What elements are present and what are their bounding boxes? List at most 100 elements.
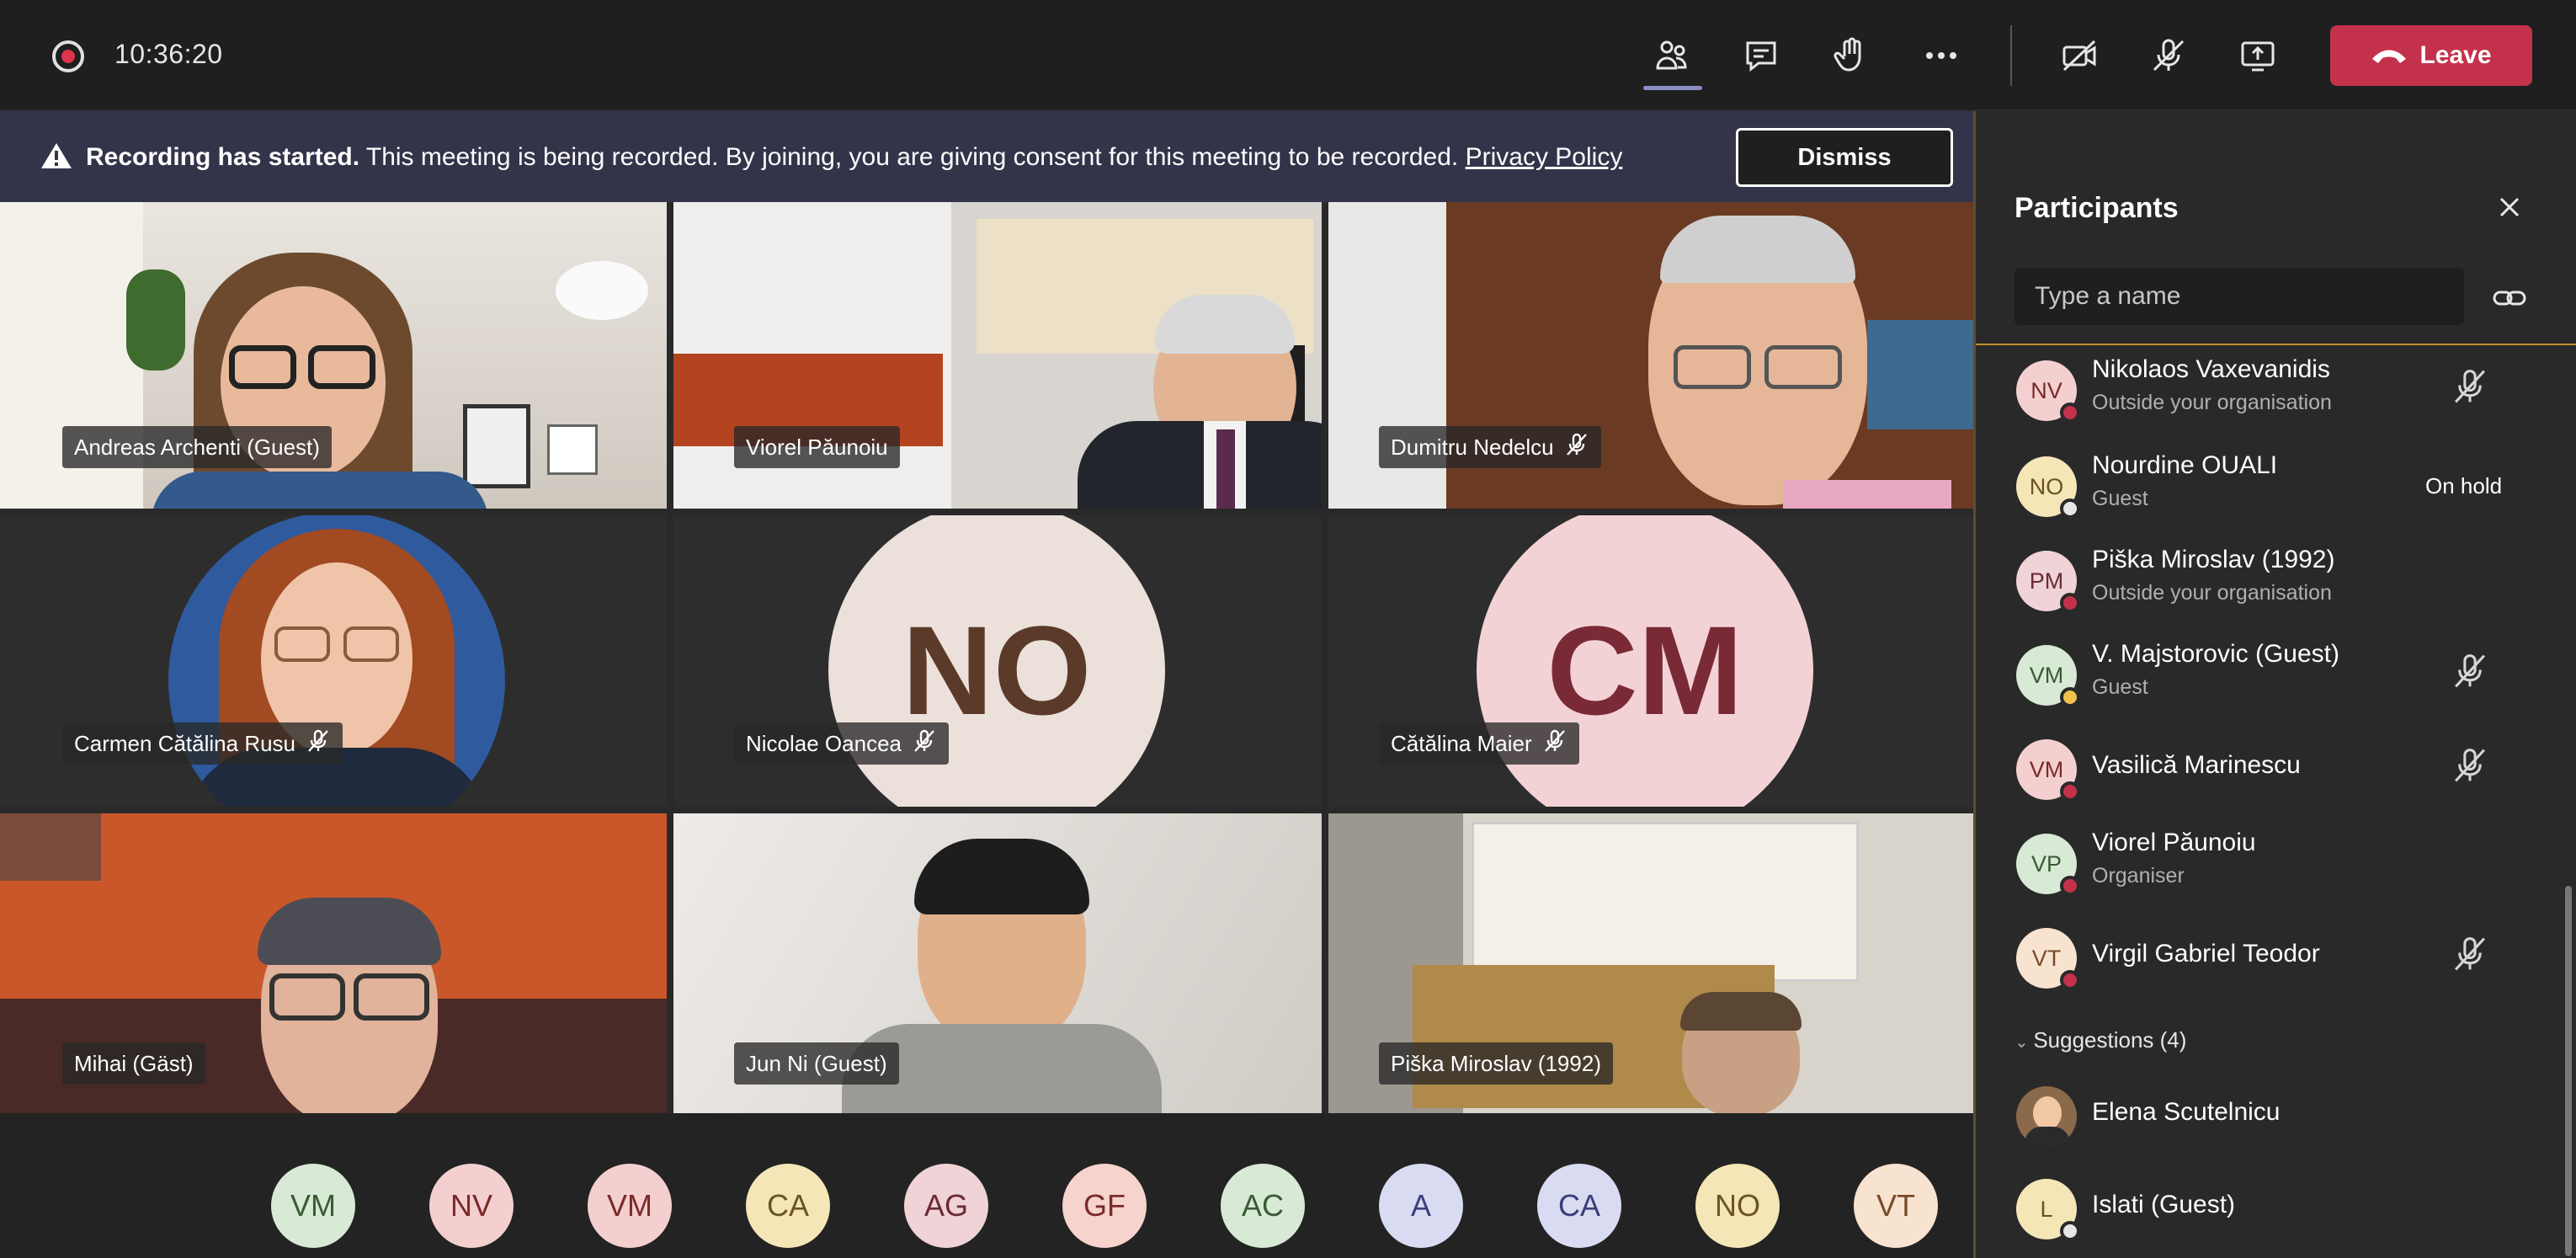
leave-label: Leave: [2419, 41, 2492, 69]
books: [1867, 320, 1973, 429]
status-badge: [2060, 970, 2080, 990]
participant-name: V. Majstorovic (Guest): [2092, 640, 2339, 668]
video-tile[interactable]: Carmen Cătălina Rusu: [0, 515, 667, 807]
participant-name-tag: Piška Miroslav (1992): [1379, 1042, 1613, 1085]
meeting-timer: 10:36:20: [114, 39, 223, 69]
video-tile[interactable]: CM Cătălina Maier: [1328, 515, 1973, 807]
participant-row[interactable]: VM V. Majstorovic (Guest) Guest: [1976, 635, 2576, 728]
strip-avatar[interactable]: CA: [1537, 1164, 1621, 1248]
participant-avatar: NV: [2016, 360, 2080, 423]
participants-panel: Participants Type a name NV Nikolaos Vax…: [1973, 111, 2576, 1258]
teams-meeting-window: 10:36:20 Leave Recording has started. Th…: [0, 0, 2576, 1258]
leave-button[interactable]: Leave: [2330, 25, 2532, 86]
strip-avatar[interactable]: NO: [1695, 1164, 1780, 1248]
meeting-toolbar: 10:36:20 Leave: [0, 0, 2576, 111]
close-icon[interactable]: [2491, 189, 2528, 226]
tile-name: Piška Miroslav (1992): [1391, 1050, 1601, 1076]
strip-avatar[interactable]: AC: [1221, 1164, 1305, 1248]
tile-name: Dumitru Nedelcu: [1391, 434, 1554, 460]
strip-avatar[interactable]: CA: [746, 1164, 830, 1248]
participants-icon[interactable]: [1647, 30, 1697, 81]
picture-frame: [547, 424, 598, 475]
participant-row[interactable]: NO Nourdine OUALI Guest On hold: [1976, 446, 2576, 539]
video-grid: Andreas Archenti (Guest) Viorel Păunoiu: [0, 202, 1973, 1113]
dismiss-button[interactable]: Dismiss: [1736, 128, 1953, 187]
participant-name-tag: Mihai (Gäst): [62, 1042, 205, 1085]
status-badge: [2060, 402, 2080, 423]
tile-name: Viorel Păunoiu: [746, 434, 888, 460]
video-tile[interactable]: Jun Ni (Guest): [673, 813, 1322, 1113]
suggestions-header[interactable]: ⌄ Suggestions (4): [2014, 1027, 2186, 1053]
video-tile[interactable]: Viorel Păunoiu: [673, 202, 1322, 509]
participant-row[interactable]: VP Viorel Păunoiu Organiser: [1976, 824, 2576, 916]
suggestion-row[interactable]: Elena Scutelnicu: [1976, 1076, 2576, 1169]
video-tile[interactable]: Andreas Archenti (Guest): [0, 202, 667, 509]
picture-frame: [463, 404, 530, 488]
warning-icon: [41, 143, 72, 168]
participant-avatar: VM: [2016, 645, 2080, 707]
strip-avatar[interactable]: VM: [588, 1164, 672, 1248]
participant-name: Islati (Guest): [2092, 1191, 2236, 1218]
participant-role: Organiser: [2092, 864, 2185, 888]
whiteboard: [1472, 822, 1859, 982]
scrollbar[interactable]: [2565, 886, 2572, 1256]
participant-avatar: NO: [2016, 456, 2080, 519]
participant-name-tag: Viorel Păunoiu: [734, 426, 900, 468]
status-badge: [2060, 876, 2080, 896]
person-tie: [1216, 429, 1235, 509]
avatar-initials: VM: [2029, 756, 2064, 782]
participant-row[interactable]: VT Virgil Gabriel Teodor: [1976, 918, 2576, 1010]
video-tile[interactable]: Piška Miroslav (1992): [1328, 813, 1973, 1113]
participant-name: Viorel Păunoiu: [2092, 829, 2256, 856]
video-tile[interactable]: Dumitru Nedelcu: [1328, 202, 1973, 509]
participant-strip: VM NV VM CA AG GF AC A CA NO VT: [0, 1113, 1973, 1258]
person-hair: [914, 839, 1089, 914]
participant-name-tag: Nicolae Oancea: [734, 722, 949, 765]
participant-name: Virgil Gabriel Teodor: [2092, 940, 2320, 967]
participant-avatar: VM: [2016, 739, 2080, 802]
participant-name-tag: Cătălina Maier: [1379, 722, 1579, 765]
participant-avatar: VT: [2016, 928, 2080, 990]
participants-active-indicator: [1643, 86, 1702, 90]
mic-off-icon: [1564, 432, 1589, 463]
video-tile[interactable]: Mihai (Gäst): [0, 813, 667, 1113]
participant-avatar: PM: [2016, 551, 2080, 613]
mic-off-icon: [2455, 937, 2485, 971]
chat-icon[interactable]: [1736, 30, 1786, 81]
privacy-policy-link[interactable]: Privacy Policy: [1466, 143, 1623, 171]
person-shirt: [152, 472, 488, 509]
mic-off-icon: [2455, 749, 2485, 782]
tile-name: Jun Ni (Guest): [746, 1050, 887, 1076]
lamp: [556, 261, 648, 320]
share-screen-icon[interactable]: [2233, 30, 2283, 81]
recording-indicator-icon: [52, 40, 84, 72]
strip-avatar[interactable]: VM: [271, 1164, 355, 1248]
share-link-icon[interactable]: [2491, 280, 2528, 317]
person-hair: [1155, 295, 1295, 354]
participant-photo-avatar: [2016, 1086, 2077, 1147]
strip-avatar[interactable]: VT: [1854, 1164, 1938, 1248]
mic-off-icon: [306, 728, 331, 760]
strip-avatar[interactable]: GF: [1062, 1164, 1147, 1248]
avatar-initials: L: [2040, 1196, 2053, 1222]
mic-off-icon[interactable]: [2143, 30, 2194, 81]
video-tile[interactable]: NO Nicolae Oancea: [673, 515, 1322, 807]
camera-off-icon[interactable]: [2054, 30, 2105, 81]
raise-hand-icon[interactable]: [1825, 30, 1876, 81]
status-badge: [2060, 593, 2080, 613]
more-icon[interactable]: [1916, 30, 1967, 81]
participant-row[interactable]: VM Vasilică Marinescu: [1976, 729, 2576, 822]
search-input[interactable]: Type a name: [2014, 268, 2464, 325]
participant-row[interactable]: PM Piška Miroslav (1992) Outside your or…: [1976, 541, 2576, 633]
participant-row[interactable]: NV Nikolaos Vaxevanidis Outside your org…: [1976, 350, 2576, 443]
suggestion-row[interactable]: L Islati (Guest): [1976, 1169, 2576, 1258]
person-hair: [1680, 992, 1802, 1031]
participant-name-tag: Carmen Cătălina Rusu: [62, 722, 343, 765]
participant-name: Nourdine OUALI: [2092, 451, 2278, 479]
glasses: [1764, 345, 1842, 389]
strip-avatar[interactable]: AG: [904, 1164, 988, 1248]
participant-role: Guest: [2092, 675, 2148, 699]
strip-avatar[interactable]: A: [1379, 1164, 1463, 1248]
recording-banner: Recording has started. This meeting is b…: [0, 111, 1973, 202]
strip-avatar[interactable]: NV: [429, 1164, 514, 1248]
